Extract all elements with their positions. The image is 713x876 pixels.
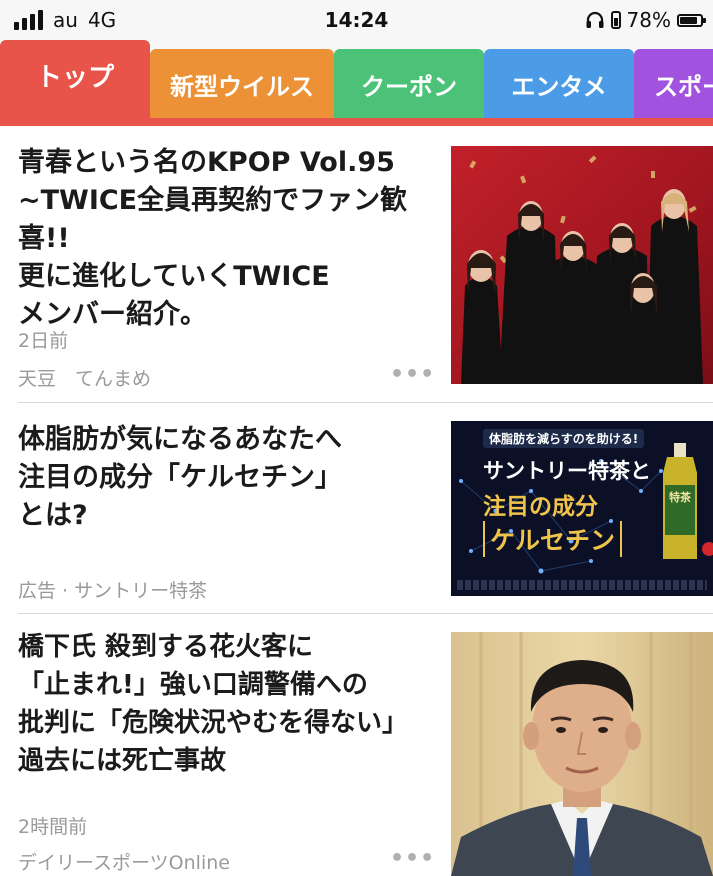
bottle-label: 特茶: [669, 491, 691, 504]
orientation-lock-icon: [610, 11, 621, 29]
title-line: 体脂肪が気になるあなたへ: [18, 424, 342, 455]
title-line: とは?: [18, 500, 88, 531]
tab-coupon[interactable]: クーポン: [334, 49, 484, 119]
status-bar: au 4G 14:24 78%: [0, 0, 713, 38]
tab-underline: [0, 118, 713, 126]
tab-top[interactable]: トップ: [0, 40, 150, 119]
ad-thumbnail[interactable]: 体脂肪を減らすのを助ける! サントリー特茶と 注目の成分 ケルセチン 特茶: [451, 421, 713, 596]
article-source: 天豆 てんまめ: [18, 368, 152, 390]
article-card[interactable]: 青春という名のKPOP Vol.95 ~TWICE全員再契約でファン歓喜!! 更…: [0, 126, 713, 402]
battery-percent: 78%: [626, 8, 671, 32]
battery-icon: [677, 13, 706, 27]
group-photo-image: [451, 146, 713, 384]
ad-fine-print: [457, 580, 707, 590]
ad-tagline: 体脂肪を減らすのを助ける!: [483, 429, 645, 448]
tab-coronavirus[interactable]: 新型ウイルス: [150, 49, 334, 119]
ad-headline-3: ケルセチン: [483, 521, 623, 557]
tab-sports[interactable]: スポー: [634, 49, 713, 119]
status-right: 78%: [585, 8, 706, 32]
title-line: 橋下氏 殺到する花火客に: [18, 632, 314, 662]
title-line: 青春という名のKPOP Vol.95: [18, 147, 395, 178]
article-thumbnail[interactable]: [451, 146, 713, 384]
ad-headline-2: 注目の成分: [483, 493, 598, 520]
title-line: 批判に「危険状況やむを得ない」: [18, 708, 409, 738]
title-line: 更に進化していくTWICE: [18, 261, 330, 292]
title-line: メンバー紹介。: [18, 299, 207, 330]
article-time: 2時間前: [18, 816, 88, 838]
title-line: 過去には死亡事故: [18, 746, 227, 776]
article-title[interactable]: 青春という名のKPOP Vol.95 ~TWICE全員再契約でファン歓喜!! 更…: [18, 144, 443, 334]
title-line: 注目の成分「ケルセチン」: [18, 462, 342, 493]
portrait-photo-image: [451, 632, 713, 876]
more-options-icon[interactable]: •••: [390, 362, 435, 387]
more-options-icon[interactable]: •••: [390, 846, 435, 871]
category-tab-bar: トップ 新型ウイルス クーポン エンタメ スポー: [0, 38, 713, 126]
title-line: 「止まれ!」強い口調警備への: [18, 670, 368, 700]
title-line: ~TWICE全員再契約でファン歓喜!!: [18, 185, 408, 254]
article-thumbnail[interactable]: [451, 632, 713, 876]
ad-card[interactable]: 体脂肪が気になるあなたへ 注目の成分「ケルセチン」 とは? 広告 · サントリー…: [0, 403, 713, 613]
tab-entertainment[interactable]: エンタメ: [484, 49, 634, 119]
article-time: 2日前: [18, 330, 69, 352]
article-title[interactable]: 橋下氏 殺到する花火客に 「止まれ!」強い口調警備への 批判に「危険状況やむを得…: [18, 628, 458, 780]
ad-headline-1: サントリー特茶と: [483, 459, 651, 483]
headphones-icon: [586, 11, 604, 28]
ad-title[interactable]: 体脂肪が気になるあなたへ 注目の成分「ケルセチン」 とは?: [18, 421, 443, 535]
ad-source: 広告 · サントリー特茶: [18, 580, 208, 602]
article-card[interactable]: 橋下氏 殺到する花火客に 「止まれ!」強い口調警備への 批判に「危険状況やむを得…: [0, 614, 713, 876]
article-source: デイリースポーツOnline: [18, 852, 230, 874]
